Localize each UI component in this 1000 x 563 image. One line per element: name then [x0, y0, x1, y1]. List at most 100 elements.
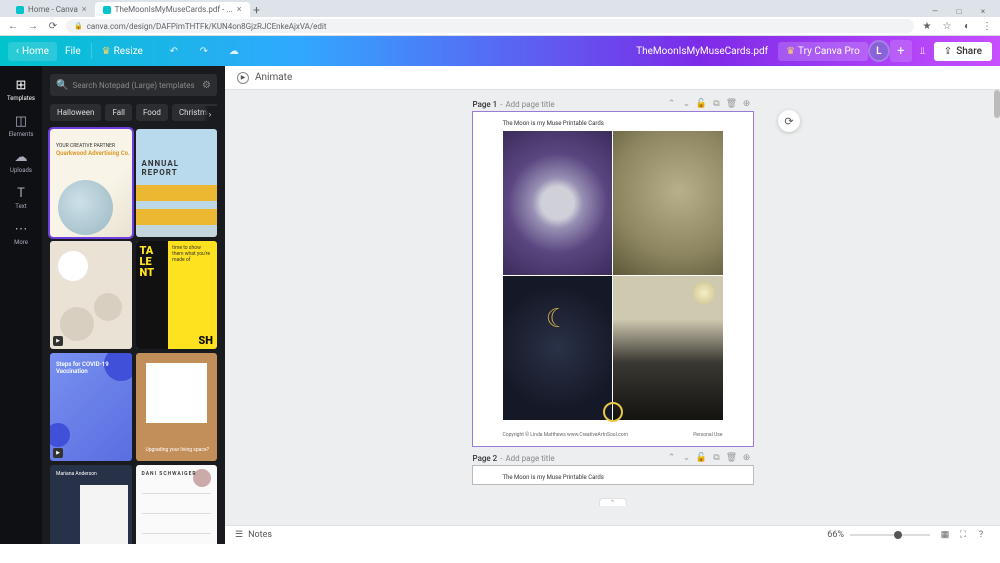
animate-icon: ▶: [237, 72, 249, 84]
grid-view-icon[interactable]: ▦: [936, 526, 954, 544]
scrollbar-thumb[interactable]: [994, 90, 1000, 118]
play-icon: ▶: [53, 336, 63, 346]
menu-icon[interactable]: ⋮: [980, 19, 994, 33]
document-heading[interactable]: The Moon is my Muse Printable Cards: [503, 120, 723, 127]
file-menu[interactable]: File: [57, 42, 89, 61]
search-options-icon[interactable]: ⚙: [202, 80, 211, 91]
browser-tab-strip: Home - Canva × TheMoonIsMyMuseCards.pdf …: [0, 0, 1000, 17]
close-icon[interactable]: ×: [237, 5, 242, 15]
chip-fall[interactable]: Fall: [105, 104, 132, 121]
browser-tab[interactable]: Home - Canva ×: [8, 2, 95, 17]
page-header: Page 1 - Add page title ⌃ ⌄ 🔓 ⧉ 🗑 ⊕: [473, 98, 753, 110]
extension-icon[interactable]: ★: [920, 19, 934, 33]
template-item[interactable]: Steps for COVID-19 Vaccination ▶: [50, 353, 132, 461]
rail-templates[interactable]: ⊞Templates: [0, 72, 42, 108]
home-button[interactable]: ‹ Home: [8, 42, 57, 61]
lock-icon[interactable]: 🔓: [696, 98, 708, 110]
rail-more[interactable]: ⋯More: [0, 216, 42, 252]
url-input[interactable]: 🔒 canva.com/design/DAFPimTHTFk/KUN4on8Gj…: [66, 19, 914, 33]
duplicate-icon[interactable]: ⧉: [711, 452, 723, 464]
fullscreen-icon[interactable]: ⛶: [954, 526, 972, 544]
rail-text[interactable]: TText: [0, 180, 42, 216]
analytics-icon[interactable]: ⫫: [912, 40, 934, 62]
template-item[interactable]: ▶: [50, 241, 132, 349]
play-icon: ▶: [53, 448, 63, 458]
trash-icon[interactable]: 🗑: [726, 452, 738, 464]
resize-button[interactable]: ♛ Resize: [94, 42, 151, 61]
chevron-down-icon[interactable]: ⌄: [681, 98, 693, 110]
address-bar: ← → ⟳ 🔒 canva.com/design/DAFPimTHTFk/KUN…: [0, 17, 1000, 36]
page-header: Page 2 - Add page title ⌃ ⌄ 🔓 ⧉ 🗑 ⊕: [473, 452, 753, 464]
search-input[interactable]: 🔍 Search Notepad (Large) templates ⚙: [50, 74, 217, 96]
card-grid: [503, 131, 723, 420]
minimize-icon[interactable]: —: [926, 5, 944, 17]
url-text: canva.com/design/DAFPimTHTFk/KUN4on8GjzR…: [87, 22, 327, 31]
back-icon[interactable]: ←: [6, 19, 20, 33]
refresh-button[interactable]: ⟳: [778, 110, 800, 132]
add-page-icon[interactable]: ⊕: [741, 452, 753, 464]
card-image-tree[interactable]: [613, 276, 723, 420]
chevron-up-icon[interactable]: ⌃: [666, 98, 678, 110]
document-heading[interactable]: The Moon is my Muse Printable Cards: [503, 474, 723, 481]
help-icon[interactable]: ?: [972, 526, 990, 544]
close-window-icon[interactable]: ×: [974, 5, 992, 17]
zoom-thumb[interactable]: [894, 531, 902, 539]
side-rail: ⊞Templates ◫Elements ☁Uploads TText ⋯Mor…: [0, 66, 42, 544]
add-page-icon[interactable]: ⊕: [741, 98, 753, 110]
lock-icon[interactable]: 🔓: [696, 452, 708, 464]
template-item[interactable]: TA LE NT time to show them what you're m…: [136, 241, 218, 349]
profile-icon[interactable]: ◐: [960, 19, 974, 33]
notes-button[interactable]: ☰ Notes: [235, 530, 272, 540]
browser-tab-active[interactable]: TheMoonIsMyMuseCards.pdf - ... ×: [95, 2, 250, 17]
try-pro-button[interactable]: ♛ Try Canva Pro: [778, 42, 868, 61]
card-image-moonface[interactable]: [613, 131, 723, 275]
zoom-value[interactable]: 66%: [827, 530, 844, 540]
duplicate-icon[interactable]: ⧉: [711, 98, 723, 110]
text-icon: T: [17, 186, 25, 201]
animate-button[interactable]: Animate: [255, 72, 292, 83]
canvas-viewport[interactable]: Page 1 - Add page title ⌃ ⌄ 🔓 ⧉ 🗑 ⊕ The …: [225, 90, 1000, 525]
scrollbar[interactable]: [994, 90, 1000, 525]
undo-icon[interactable]: ↶: [163, 40, 185, 62]
bookmark-icon[interactable]: ☆: [940, 19, 954, 33]
template-item[interactable]: Upgrading your living space?: [136, 353, 218, 461]
card-image-lotus[interactable]: [503, 276, 613, 420]
page-title-input[interactable]: Add page title: [505, 100, 554, 109]
templates-panel: 🔍 Search Notepad (Large) templates ⚙ Hal…: [42, 66, 225, 544]
template-item[interactable]: Mariana Anderson: [50, 465, 132, 544]
forward-icon[interactable]: →: [26, 19, 40, 33]
reload-icon[interactable]: ⟳: [46, 19, 60, 33]
page-title-input[interactable]: Add page title: [505, 454, 554, 463]
chip-halloween[interactable]: Halloween: [50, 104, 101, 121]
maximize-icon[interactable]: □: [950, 5, 968, 17]
canva-favicon: [16, 6, 24, 14]
template-item[interactable]: ANNUAL REPORT: [136, 129, 218, 237]
page-number: Page 2: [473, 454, 498, 463]
rail-uploads[interactable]: ☁Uploads: [0, 144, 42, 180]
add-collaborator-button[interactable]: +: [890, 40, 912, 62]
chip-food[interactable]: Food: [136, 104, 168, 121]
template-item[interactable]: YOUR CREATIVE PARTNERQuarkwood Advertisi…: [50, 129, 132, 237]
chevron-left-icon: ‹: [16, 46, 19, 57]
close-icon[interactable]: ×: [82, 5, 87, 15]
page-canvas[interactable]: The Moon is my Muse Printable Cards Copy…: [473, 112, 753, 446]
canvas-area: ▶ Animate Page 1 - Add page title ⌃ ⌄ 🔓 …: [225, 66, 1000, 544]
card-image-moon[interactable]: [503, 131, 613, 275]
page-canvas[interactable]: The Moon is my Muse Printable Cards: [473, 466, 753, 484]
chevron-right-icon[interactable]: ›: [203, 106, 217, 121]
more-icon: ⋯: [15, 222, 28, 237]
cloud-sync-icon: ☁: [223, 40, 245, 62]
chevron-up-icon[interactable]: ⌃: [666, 452, 678, 464]
avatar[interactable]: L: [868, 40, 890, 62]
trash-icon[interactable]: 🗑: [726, 98, 738, 110]
new-tab-button[interactable]: +: [250, 3, 264, 17]
expand-pages-handle[interactable]: ⌃: [599, 498, 627, 506]
document-title[interactable]: TheMoonIsMyMuseCards.pdf: [636, 46, 768, 57]
share-button[interactable]: ⇪ Share: [934, 42, 992, 61]
search-icon: 🔍: [56, 80, 68, 91]
rail-elements[interactable]: ◫Elements: [0, 108, 42, 144]
zoom-slider[interactable]: [850, 534, 930, 536]
redo-icon[interactable]: ↷: [193, 40, 215, 62]
chevron-down-icon[interactable]: ⌄: [681, 452, 693, 464]
template-item[interactable]: DANI SCHWAIGER: [136, 465, 218, 544]
